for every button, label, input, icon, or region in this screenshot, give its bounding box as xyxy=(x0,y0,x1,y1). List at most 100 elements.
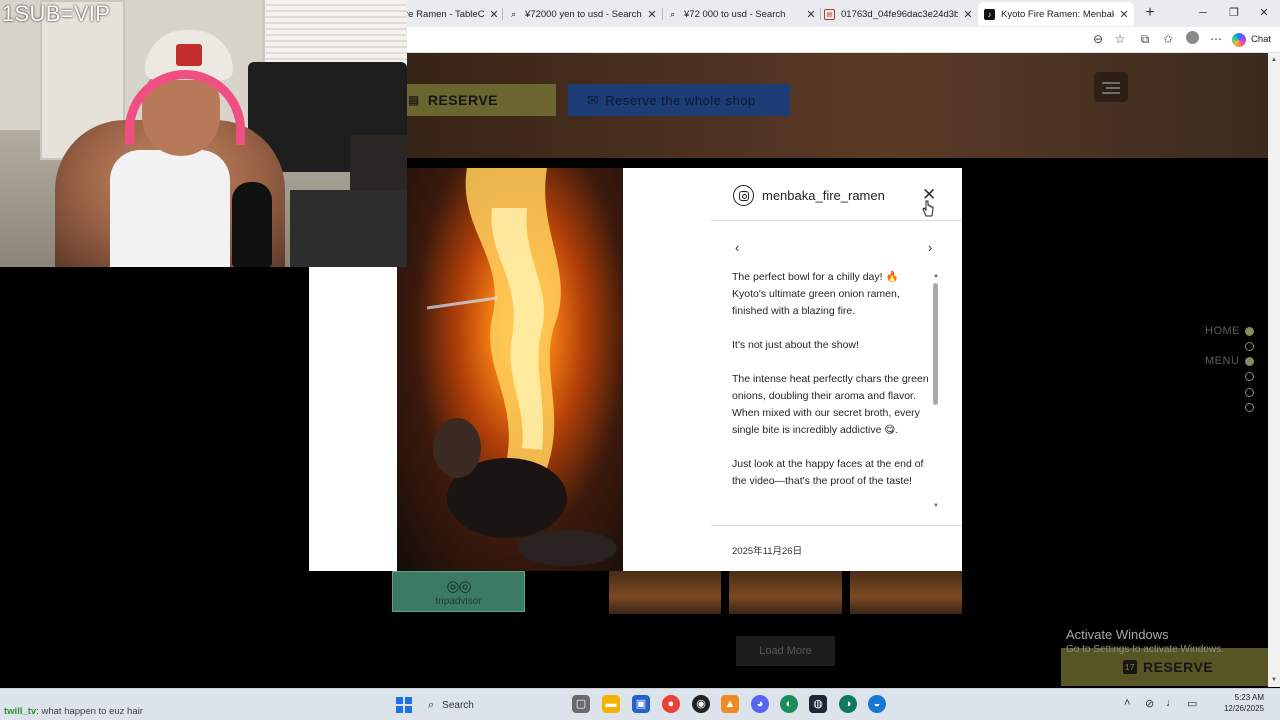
show-hidden-icons-chevron[interactable]: ˄ xyxy=(1124,697,1130,709)
caption-scroll-up-icon[interactable]: ▲ xyxy=(933,273,939,279)
tab-close-icon[interactable]: ✕ xyxy=(488,8,500,21)
divider xyxy=(711,220,962,221)
instagram-username[interactable]: menbaka_fire_ramen xyxy=(762,188,885,203)
caption-paragraph: It's not just about the show! xyxy=(732,339,859,351)
more-menu-icon[interactable]: ⋯ xyxy=(1208,31,1224,47)
tab-separator xyxy=(662,8,663,20)
tiktok-icon: ♪ xyxy=(984,8,995,20)
tab-menbaka-active[interactable]: ♪ Kyoto Fire Ramen: Menbaka 🔥 E ✕ xyxy=(978,2,1134,26)
copilot-chat-button[interactable]: Chat xyxy=(1232,31,1271,48)
side-nav-dot[interactable] xyxy=(1245,372,1254,381)
post-caption: The perfect bowl for a chilly day! 🔥 Kyo… xyxy=(732,269,932,509)
divider xyxy=(711,525,962,526)
discord-icon[interactable]: ◕ xyxy=(751,695,769,713)
clock-time: 5:23 AM xyxy=(1234,693,1264,702)
tab-yen-search-1[interactable]: ⌕ ¥72000 yen to usd - Search ✕ xyxy=(508,2,658,26)
chat-label: Chat xyxy=(1251,34,1272,45)
tripadvisor-label: tripadvisor xyxy=(435,595,482,607)
search-icon: ⌕ xyxy=(428,698,435,711)
instagram-post-panel: menbaka_fire_ramen ✕ ‹ › The perfect bow… xyxy=(623,168,962,571)
favorite-star-icon[interactable]: ☆ xyxy=(1112,31,1128,47)
previous-post-chevron-icon[interactable]: ‹ xyxy=(735,240,739,255)
chrome-icon[interactable]: ● xyxy=(662,695,680,713)
search-icon: ⌕ xyxy=(669,8,676,19)
page-scrollbar[interactable]: ▲ ▼ xyxy=(1268,53,1280,687)
gallery-thumbnail[interactable] xyxy=(609,571,721,614)
caption-paragraph: The perfect bowl for a chilly day! 🔥 Kyo… xyxy=(732,271,900,317)
tab-close-icon[interactable]: ✕ xyxy=(962,8,974,21)
stream-chat-message: twill_tv: what happen to euz hair xyxy=(4,706,143,717)
chair xyxy=(290,190,407,267)
profile-icon[interactable] xyxy=(1184,31,1200,47)
gallery-thumbnail[interactable] xyxy=(729,571,842,614)
taskbar-search-label: Search xyxy=(442,699,474,711)
stream-sub-text: 1SUB=VIP xyxy=(2,1,111,26)
taskbar-clock[interactable]: 5:23 AM 12/26/2025 xyxy=(1208,692,1264,714)
edge-beta-icon[interactable]: ◑ xyxy=(839,695,857,713)
caption-scroll-down-icon[interactable]: ▼ xyxy=(933,503,939,509)
caption-paragraph: The intense heat perfectly chars the gre… xyxy=(732,373,929,436)
post-photo-fire-ramen xyxy=(397,168,623,571)
side-nav-dot[interactable] xyxy=(1245,388,1254,397)
chat-text: : what happen to euz hair xyxy=(36,706,143,717)
next-post-chevron-icon[interactable]: › xyxy=(928,240,932,255)
reader-icon[interactable]: ⊖ xyxy=(1090,31,1106,47)
tab-tablecheck[interactable]: re Ramen - TableCheck ✕ xyxy=(405,2,500,26)
tab-title: re Ramen - TableCheck xyxy=(405,8,484,20)
activate-title: Activate Windows xyxy=(1066,627,1169,642)
steam-icon[interactable]: ◍ xyxy=(809,695,827,713)
reserve-whole-shop-button[interactable]: ✉ Reserve the whole shop xyxy=(568,84,790,116)
edge-icon[interactable]: ◐ xyxy=(780,695,798,713)
window-blinds xyxy=(262,0,407,66)
instagram-header[interactable]: menbaka_fire_ramen xyxy=(733,185,885,206)
new-tab-button[interactable]: + xyxy=(1143,4,1157,22)
calendar-icon: ▦ xyxy=(408,93,420,107)
tripadvisor-owl-icon: ◎◎ xyxy=(446,577,471,595)
app-icon[interactable]: ▲ xyxy=(721,695,739,713)
file-explorer-icon[interactable]: ▬ xyxy=(602,695,620,713)
split-screen-icon[interactable]: ⧉ xyxy=(1137,31,1153,47)
display-icon[interactable]: ▭ xyxy=(1187,697,1197,710)
caption-paragraph: Just look at the happy faces at the end … xyxy=(732,458,924,487)
modal-backdrop-white xyxy=(309,267,397,571)
obs-icon[interactable]: ◉ xyxy=(692,695,710,713)
side-nav-dot[interactable] xyxy=(1245,342,1254,351)
tab-yen-search-2[interactable]: ⌕ ¥72 000 to usd - Search ✕ xyxy=(667,2,817,26)
gallery-thumbnail[interactable] xyxy=(850,571,962,614)
restore-icon[interactable]: ❐ xyxy=(1226,4,1242,22)
side-nav-dot[interactable] xyxy=(1245,357,1254,366)
side-nav-home[interactable]: HOME xyxy=(1205,325,1240,337)
edge-dev-icon[interactable]: ◒ xyxy=(868,695,886,713)
network-icon[interactable]: ⊘ xyxy=(1145,697,1154,710)
task-view-icon[interactable]: ▢ xyxy=(572,695,590,713)
window-close-icon[interactable]: ✕ xyxy=(1256,4,1272,22)
tab-title: ¥72 000 to usd - Search xyxy=(684,8,786,20)
windows-start-icon[interactable] xyxy=(396,697,412,713)
side-nav-dot[interactable] xyxy=(1245,327,1254,336)
caption-scroll-thumb[interactable] xyxy=(933,283,938,405)
taskbar-search[interactable]: ⌕ Search xyxy=(420,694,538,716)
reserve-label: RESERVE xyxy=(1143,659,1214,675)
tab-pdf[interactable]: ▤ 01763d_04fe96dac3e24d3b9a11c ✕ xyxy=(824,2,974,26)
activate-windows-watermark: Activate Windows Go to Settings to activ… xyxy=(1066,627,1224,655)
tab-close-icon[interactable]: ✕ xyxy=(805,8,817,21)
side-nav-menu[interactable]: MENU xyxy=(1205,355,1239,367)
tab-title: 01763d_04fe96dac3e24d3b9a11c xyxy=(841,8,958,20)
post-date: 2025年11月26日 xyxy=(732,546,803,557)
reserve-button[interactable]: ▦ RESERVE xyxy=(400,84,556,116)
pdf-icon: ▤ xyxy=(824,8,835,20)
favorites-icon[interactable]: ✩ xyxy=(1160,31,1176,47)
scroll-down-arrow-icon[interactable]: ▼ xyxy=(1271,677,1277,683)
flame-illustration xyxy=(426,168,617,566)
tripadvisor-badge[interactable]: ◎◎ tripadvisor xyxy=(392,571,525,612)
tab-close-icon[interactable]: ✕ xyxy=(646,8,658,21)
side-nav-dot[interactable] xyxy=(1245,403,1254,412)
minimize-icon[interactable]: ─ xyxy=(1195,4,1211,22)
microphone-icon[interactable]: ♩ xyxy=(1166,697,1177,709)
hamburger-menu-icon[interactable] xyxy=(1094,72,1128,102)
tab-close-icon[interactable]: ✕ xyxy=(1118,8,1130,21)
scroll-up-arrow-icon[interactable]: ▲ xyxy=(1271,57,1277,63)
store-icon[interactable]: ▣ xyxy=(632,695,650,713)
streamer-tank-top xyxy=(110,150,230,267)
load-more-button[interactable]: Load More xyxy=(736,636,835,666)
